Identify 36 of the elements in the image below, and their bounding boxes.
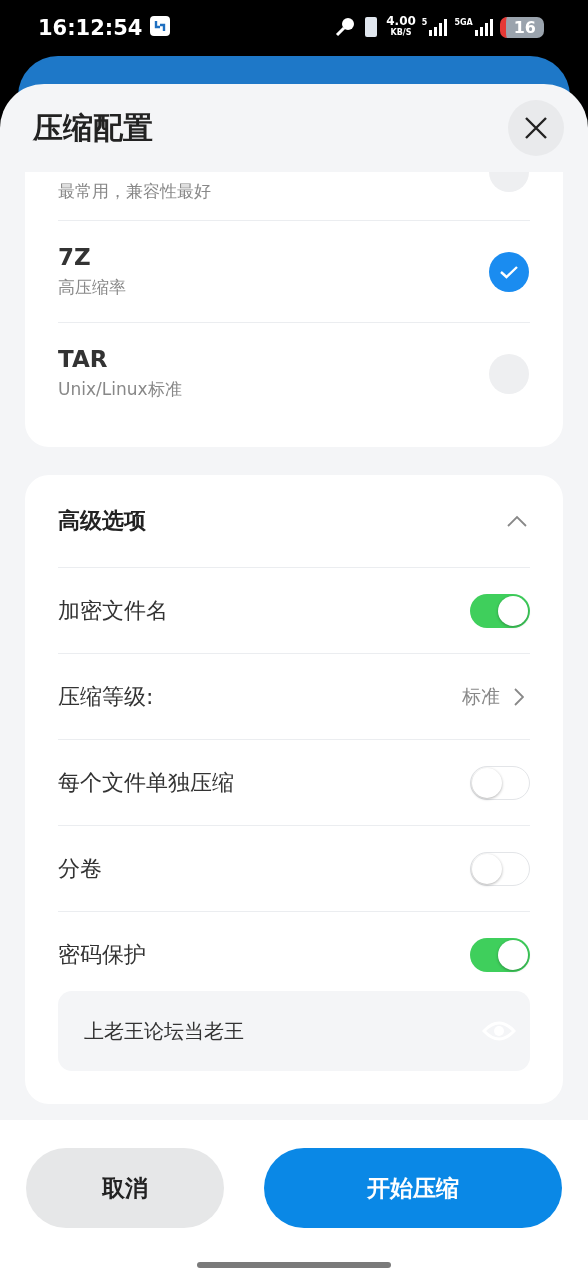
collapse-toggle[interactable] (506, 514, 528, 528)
toggle-switch[interactable] (470, 593, 530, 628)
sheet-title: 压缩配置 (33, 108, 153, 147)
sim-label: 5GA (454, 18, 473, 27)
signal-icon (428, 18, 449, 36)
chevron-icon (506, 514, 528, 528)
format-description: 最常用，兼容性最好 (58, 180, 211, 203)
option-label: 压缩等级: (58, 682, 154, 711)
check-icon (499, 264, 519, 279)
network-speed-unit: KB/S (390, 27, 412, 38)
app-notification-icon (150, 16, 171, 36)
password-field[interactable]: 上老王论坛当老王 (58, 991, 530, 1071)
toggle-switch[interactable] (470, 851, 530, 886)
option-label: 分卷 (58, 854, 102, 883)
battery-level: 16 (499, 16, 544, 38)
start-compress-button[interactable]: 开始压缩 (264, 1148, 562, 1228)
option-label: 加密文件名 (58, 596, 168, 625)
toggle-switch[interactable] (470, 937, 530, 972)
format-name: 7Z (58, 244, 92, 270)
toggle-switch[interactable] (470, 765, 530, 800)
section-title: 高级选项 (58, 507, 146, 535)
option-label: 每个文件单独压缩 (58, 768, 234, 797)
signal-icon (473, 18, 494, 36)
sim-label: 5 (421, 18, 428, 27)
option-label: 密码保护 (58, 940, 146, 969)
close-icon (525, 117, 547, 139)
format-name: TAR (58, 346, 109, 372)
home-indicator[interactable] (197, 1262, 391, 1268)
cancel-button[interactable]: 取消 (26, 1148, 224, 1228)
radio-button[interactable] (489, 251, 529, 292)
level-selector[interactable]: 标准 (462, 683, 524, 710)
format-description: Unix/Linux标准 (58, 378, 182, 401)
chevron-right-icon (514, 687, 524, 706)
clock-time: 16:12:54 (38, 16, 143, 40)
network-speed: 4.00 (386, 16, 416, 27)
format-description: 高压缩率 (58, 276, 126, 299)
